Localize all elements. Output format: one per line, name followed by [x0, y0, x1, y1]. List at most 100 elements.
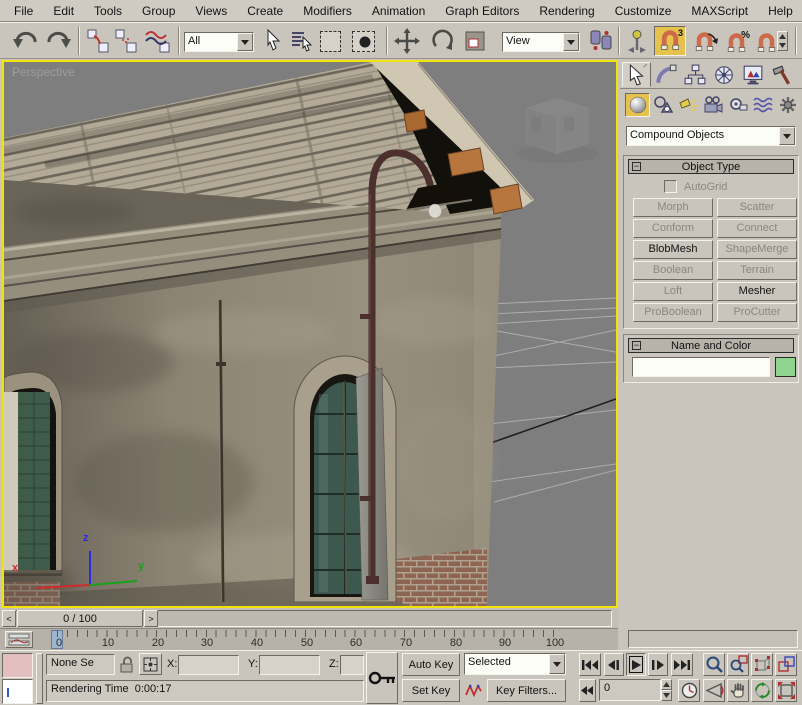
- viewport-canvas[interactable]: [4, 62, 616, 606]
- menu-item-views[interactable]: Views: [185, 1, 237, 21]
- listener-splitter[interactable]: [36, 653, 43, 704]
- menu-item-file[interactable]: File: [4, 1, 43, 21]
- key-filters-button[interactable]: Key Filters...: [487, 679, 566, 702]
- use-pivot-point-center-icon[interactable]: [588, 28, 614, 54]
- time-slider-next-button[interactable]: >: [144, 610, 158, 627]
- time-slider-prev-button[interactable]: <: [2, 610, 16, 627]
- reference-coordinate-system-dropdown[interactable]: View: [502, 32, 580, 52]
- menu-item-modifiers[interactable]: Modifiers: [293, 1, 362, 21]
- viewport-label[interactable]: Perspective: [12, 65, 75, 79]
- field-of-view-icon[interactable]: [703, 679, 725, 702]
- menu-item-edit[interactable]: Edit: [43, 1, 84, 21]
- menu-item-group[interactable]: Group: [132, 1, 185, 21]
- systems-category-icon[interactable]: [775, 93, 800, 117]
- select-and-move-icon[interactable]: [394, 28, 420, 54]
- select-and-manipulate-icon[interactable]: [624, 28, 650, 54]
- snaps-toggle-3d-icon[interactable]: 3: [654, 26, 686, 56]
- button-procutter[interactable]: ProCutter: [717, 303, 797, 322]
- zoom-extents-icon[interactable]: [751, 653, 773, 676]
- menu-item-help[interactable]: Help: [758, 1, 802, 21]
- open-mini-curve-editor-icon[interactable]: [5, 631, 33, 648]
- undo-icon[interactable]: [12, 29, 40, 53]
- object-name-input[interactable]: [632, 357, 770, 377]
- macro-recorder-line[interactable]: [2, 653, 33, 678]
- frame-spinner[interactable]: [661, 679, 672, 701]
- maximize-viewport-toggle-icon[interactable]: [775, 679, 797, 702]
- next-frame-button[interactable]: [648, 653, 668, 676]
- zoom-extents-all-icon[interactable]: [775, 653, 797, 676]
- key-filter-selection-dropdown[interactable]: Selected: [464, 653, 566, 675]
- angle-snap-toggle-icon[interactable]: [694, 30, 720, 54]
- tab-motion[interactable]: [709, 62, 738, 87]
- tab-display[interactable]: [738, 62, 767, 87]
- percent-snap-toggle-icon[interactable]: %: [726, 30, 748, 54]
- menu-item-graph-editors[interactable]: Graph Editors: [435, 1, 529, 21]
- menu-item-tools[interactable]: Tools: [84, 1, 132, 21]
- tab-hierarchy[interactable]: [680, 62, 709, 87]
- menu-item-animation[interactable]: Animation: [362, 1, 435, 21]
- menu-item-rendering[interactable]: Rendering: [529, 1, 604, 21]
- time-slider-handle[interactable]: 0 / 100: [17, 610, 143, 627]
- default-in-out-tangent-icon[interactable]: [463, 679, 484, 702]
- previous-frame-button[interactable]: [604, 653, 624, 676]
- geometry-category-icon[interactable]: [625, 93, 650, 117]
- tab-modify[interactable]: [651, 62, 680, 87]
- menu-item-maxscript[interactable]: MAXScript: [681, 1, 758, 21]
- zoom-icon[interactable]: [703, 653, 725, 676]
- shapes-category-icon[interactable]: [650, 93, 675, 117]
- select-and-rotate-icon[interactable]: [430, 28, 456, 54]
- redo-icon[interactable]: [44, 29, 72, 53]
- button-morph[interactable]: Morph: [633, 198, 713, 217]
- name-color-rollout-header[interactable]: − Name and Color: [628, 338, 794, 353]
- building-model[interactable]: [4, 62, 534, 606]
- button-scatter[interactable]: Scatter: [717, 198, 797, 217]
- helpers-category-icon[interactable]: [725, 93, 750, 117]
- maxscript-listener-line[interactable]: [2, 679, 33, 704]
- go-to-start-button[interactable]: [579, 653, 601, 676]
- z-coordinate-field[interactable]: [340, 655, 364, 675]
- play-animation-button[interactable]: [626, 653, 646, 676]
- window-crossing-toggle-icon[interactable]: [352, 31, 375, 52]
- cameras-category-icon[interactable]: [700, 93, 725, 117]
- track-bar[interactable]: 0 10 20 30 40 50 60 70 80 90 100: [0, 628, 618, 650]
- selection-lock-icon[interactable]: [119, 655, 135, 677]
- arc-rotate-icon[interactable]: [751, 679, 773, 702]
- select-by-name-icon[interactable]: [290, 29, 314, 53]
- perspective-viewport[interactable]: Perspective z x y: [2, 60, 618, 608]
- button-conform[interactable]: Conform: [633, 219, 713, 238]
- x-coordinate-field[interactable]: [178, 655, 239, 675]
- current-frame-field[interactable]: 0: [599, 679, 661, 701]
- menu-item-create[interactable]: Create: [237, 1, 293, 21]
- select-and-link-icon[interactable]: [86, 28, 110, 54]
- tab-utilities[interactable]: [767, 62, 796, 87]
- dropdown-arrow-icon[interactable]: [779, 127, 795, 145]
- dropdown-arrow-icon[interactable]: [549, 654, 565, 674]
- autogrid-checkbox[interactable]: [664, 180, 677, 193]
- object-type-rollout-header[interactable]: − Object Type: [628, 159, 794, 174]
- subcategory-dropdown[interactable]: Compound Objects: [626, 126, 796, 146]
- dropdown-arrow-icon[interactable]: [563, 33, 579, 51]
- set-keys-button[interactable]: [366, 652, 398, 704]
- y-coordinate-field[interactable]: [259, 655, 320, 675]
- time-configuration-icon[interactable]: [678, 679, 700, 702]
- spinner-snap-toggle-icon[interactable]: [756, 30, 778, 54]
- button-proboolean[interactable]: ProBoolean: [633, 303, 713, 322]
- zoom-all-icon[interactable]: [727, 653, 749, 676]
- object-color-swatch[interactable]: [775, 357, 796, 377]
- set-key-button[interactable]: Set Key: [402, 679, 460, 702]
- select-object-icon[interactable]: [262, 29, 284, 53]
- menu-item-customize[interactable]: Customize: [605, 1, 682, 21]
- unlink-selection-icon[interactable]: [114, 28, 138, 54]
- auto-key-button[interactable]: Auto Key: [402, 653, 460, 676]
- bind-to-space-warp-icon[interactable]: [144, 27, 172, 55]
- tab-create[interactable]: [622, 62, 651, 87]
- button-boolean[interactable]: Boolean: [633, 261, 713, 280]
- space-warps-category-icon[interactable]: [750, 93, 775, 117]
- lights-category-icon[interactable]: [675, 93, 700, 117]
- absolute-mode-transform-icon[interactable]: [139, 653, 162, 675]
- button-terrain[interactable]: Terrain: [717, 261, 797, 280]
- select-and-scale-icon[interactable]: [464, 30, 486, 52]
- button-shapemerge[interactable]: ShapeMerge: [717, 240, 797, 259]
- button-mesher[interactable]: Mesher: [717, 282, 797, 301]
- button-connect[interactable]: Connect: [717, 219, 797, 238]
